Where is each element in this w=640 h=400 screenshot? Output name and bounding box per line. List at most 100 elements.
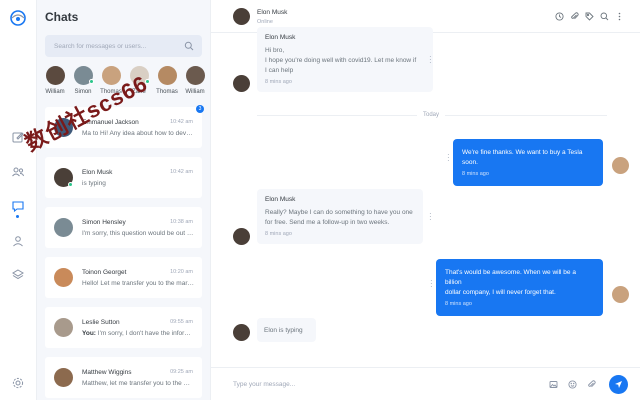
chat-time: 09:25 am (170, 369, 193, 375)
chat-time: 10:42 am (170, 119, 193, 125)
chat-list-item[interactable]: Elon Musk 10:42 am is typing (45, 157, 202, 198)
layers-icon[interactable] (11, 268, 25, 282)
avatar (233, 324, 250, 341)
settings-icon[interactable] (11, 376, 25, 390)
message-sender: Elon Musk (265, 196, 296, 203)
message-menu-icon[interactable]: · · · (429, 53, 432, 67)
typing-text: Elon is typing (264, 327, 303, 334)
chat-time: 10:20 am (170, 269, 193, 275)
story-user-name: Thomas (156, 89, 178, 95)
story-user-name: William (185, 89, 205, 95)
message-outgoing: We're fine thanks. We want to buy a Tesl… (453, 139, 603, 186)
message-time: 8 mins ago (265, 79, 292, 85)
tag-icon[interactable] (585, 12, 594, 21)
avatar (157, 66, 177, 85)
contact-status: Online (257, 19, 273, 25)
message-incoming: Elon Musk Really? Maybe I can do somethi… (257, 189, 423, 244)
avatar (233, 75, 250, 92)
message-time: 8 mins ago (462, 171, 489, 177)
date-divider-label: Today (417, 112, 446, 118)
unread-badge: 3 (196, 105, 204, 113)
avatar (54, 268, 73, 287)
conversation-panel: Elon Musk Online Elon Musk Hi bro, I hop… (211, 0, 640, 400)
chat-time: 10:38 am (170, 219, 193, 225)
chat-contact-name: Toinon Georget (82, 269, 127, 276)
logo-icon[interactable] (9, 9, 27, 27)
chat-preview: Ma to Hi! Any idea about how to develop (82, 130, 194, 137)
message-time: 8 mins ago (265, 231, 292, 237)
send-button[interactable] (609, 375, 628, 394)
emoji-icon[interactable] (568, 380, 577, 389)
chat-sidebar: Chats WilliamSimonThomasZaneThomasWillia… (37, 0, 211, 400)
chat-list-item[interactable]: Matthew Wiggins 09:25 am Matthew, let me t… (45, 357, 202, 398)
online-status-dot (88, 79, 94, 84)
message-text: Hi bro, I hope you're doing well with co… (265, 47, 417, 74)
chat-preview: Matthew, let me transfer you to the mark… (82, 380, 194, 387)
avatar[interactable] (233, 8, 250, 25)
search-input[interactable] (45, 35, 175, 57)
profile-icon[interactable] (11, 234, 25, 248)
message-menu-icon[interactable]: · · · (429, 210, 432, 224)
chat-list-item[interactable]: Toinon Georget 10:20 am Hello! Let me tran… (45, 257, 202, 298)
message-outgoing: That's would be awesome. When we will be… (436, 259, 603, 316)
chat-list-item[interactable]: Leslie Sutton 09:55 am You: I'm sorry, I d… (45, 307, 202, 348)
chat-preview-text: I'm sorry, this question would be out of… (82, 230, 194, 237)
message-composer (211, 367, 640, 400)
sidebar-title: Chats (45, 10, 79, 24)
story-user[interactable]: William (43, 66, 67, 95)
message-input[interactable] (233, 376, 533, 393)
paperclip-icon[interactable] (587, 380, 596, 389)
message-text: Really? Maybe I can do something to have… (265, 209, 413, 226)
avatar (185, 66, 205, 85)
message-text: That's would be awesome. When we will be… (445, 269, 576, 296)
chat-time: 10:42 am (170, 169, 193, 175)
paperclip-icon[interactable] (570, 12, 579, 21)
story-user[interactable]: Thomas (155, 66, 179, 95)
message-menu-icon[interactable]: · · · (430, 277, 433, 291)
chat-contact-name: Elon Musk (82, 169, 113, 176)
more-icon[interactable] (615, 12, 624, 21)
chat-preview-text: I'm sorry, I don't have the information (97, 330, 194, 337)
chat-preview: Hello! Let me transfer you to the market… (82, 280, 194, 287)
chat-preview: You: I'm sorry, I don't have the informa… (82, 330, 194, 337)
avatar (233, 228, 250, 245)
online-status-dot (68, 182, 73, 187)
active-indicator (16, 215, 19, 218)
chat-preview-text: is typing (82, 180, 106, 187)
story-user-name: William (45, 89, 65, 95)
message-text: We're fine thanks. We want to buy a Tesl… (462, 149, 583, 166)
message-prefix: You: (82, 330, 96, 337)
send-icon (615, 381, 622, 388)
search-box (45, 35, 202, 57)
chat-time: 09:55 am (170, 319, 193, 325)
contact-name[interactable]: Elon Musk (257, 9, 287, 16)
message-sender: Elon Musk (265, 34, 296, 41)
nav-rail (0, 0, 37, 400)
typing-indicator: Elon is typing (257, 318, 316, 342)
clock-icon[interactable] (555, 12, 564, 21)
avatar (612, 286, 629, 303)
message-incoming: Elon Musk Hi bro, I hope you're doing we… (257, 27, 433, 92)
chat-icon[interactable] (11, 199, 25, 213)
image-icon[interactable] (549, 380, 558, 389)
chat-preview-text: Ma to Hi! Any idea about how to develop (82, 130, 194, 137)
avatar (612, 157, 629, 174)
avatar (54, 218, 73, 237)
chat-preview: I'm sorry, this question would be out of… (82, 230, 194, 237)
chat-preview-text: Hello! Let me transfer you to the market… (82, 280, 194, 287)
chat-preview-text: Matthew, let me transfer you to the mark… (82, 380, 194, 387)
avatar (54, 318, 73, 337)
search-icon[interactable] (600, 12, 609, 21)
message-time: 8 mins ago (445, 301, 472, 307)
chat-contact-name: Leslie Sutton (82, 319, 120, 326)
chat-contact-name: Matthew Wiggins (82, 369, 132, 376)
chat-list-item[interactable]: Simon Hensley 10:38 am I'm sorry, this que… (45, 207, 202, 248)
story-user[interactable]: William (183, 66, 207, 95)
users-icon[interactable] (11, 165, 25, 179)
message-menu-icon[interactable]: · · · (447, 151, 450, 165)
chat-contact-name: Simon Hensley (82, 219, 126, 226)
avatar (54, 368, 73, 387)
avatar (73, 66, 94, 85)
search-icon[interactable] (184, 41, 194, 51)
avatar (45, 66, 65, 85)
